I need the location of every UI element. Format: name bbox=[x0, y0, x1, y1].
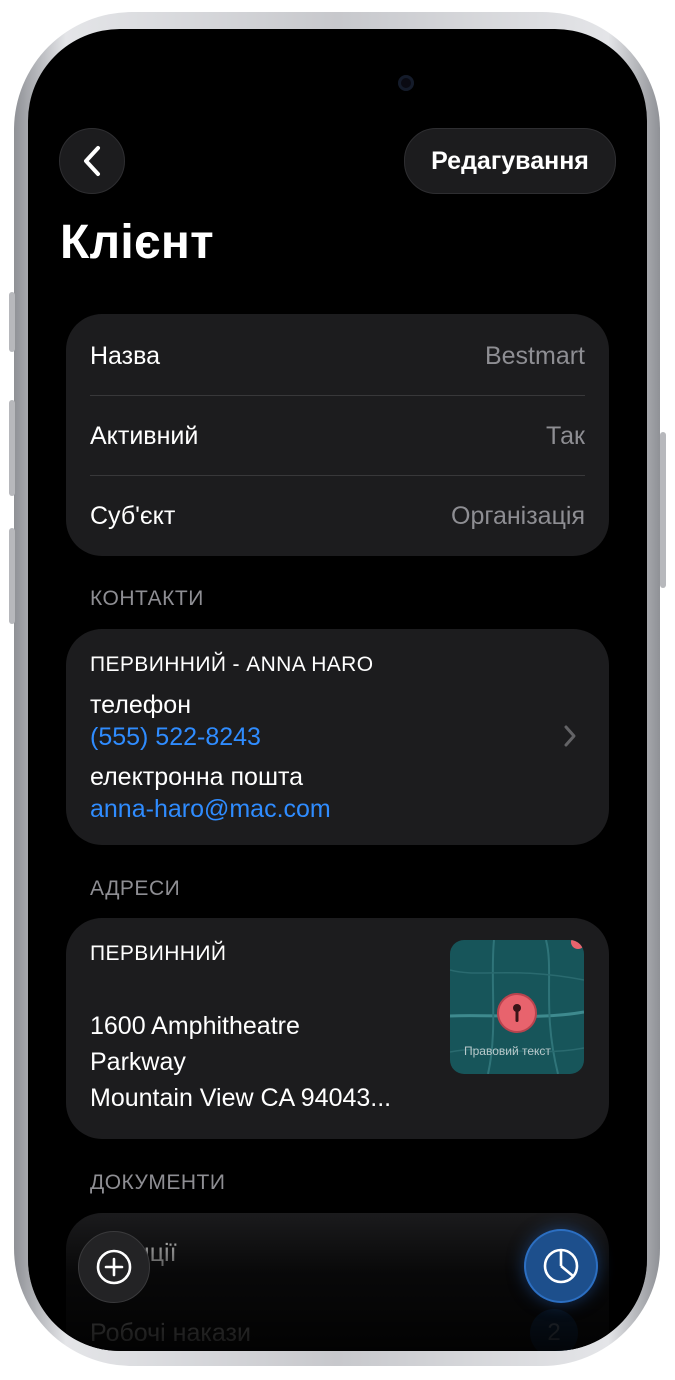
front-camera bbox=[398, 75, 414, 91]
detail-value: Bestmart bbox=[484, 341, 585, 370]
map-pin-icon bbox=[497, 993, 537, 1033]
email-label: електронна пошта bbox=[90, 763, 304, 791]
action-button bbox=[9, 292, 15, 352]
email-link[interactable]: anna-haro@mac.com bbox=[90, 795, 331, 824]
edit-button[interactable]: Редагування bbox=[404, 128, 616, 194]
client-details-card: Назва Bestmart Активний Так Суб'єкт Орга… bbox=[66, 314, 609, 556]
detail-row-entity[interactable]: Суб'єкт Організація bbox=[90, 476, 585, 556]
detail-label: Активний bbox=[90, 421, 199, 450]
power-button bbox=[660, 432, 666, 588]
plus-circle-icon bbox=[96, 1249, 132, 1285]
detail-label: Суб'єкт bbox=[90, 501, 176, 530]
chevron-left-icon bbox=[84, 146, 100, 176]
contact-card[interactable]: ПЕРВИННИЙ - ANNA HARO телефон (555) 522-… bbox=[66, 629, 609, 845]
statistics-button[interactable] bbox=[526, 1231, 596, 1301]
addresses-section-header: АДРЕСИ bbox=[90, 877, 181, 900]
address-line-1: 1600 Amphitheatre bbox=[90, 1012, 300, 1040]
address-card[interactable]: ПЕРВИННИЙ 1600 Amphitheatre Parkway Moun… bbox=[66, 918, 609, 1139]
address-line-3: Mountain View CA 94043... bbox=[90, 1084, 392, 1112]
count-badge: 2 bbox=[530, 1309, 578, 1351]
address-primary-label: ПЕРВИННИЙ bbox=[90, 942, 227, 965]
phone-label: телефон bbox=[90, 691, 192, 719]
add-button[interactable] bbox=[78, 1231, 150, 1303]
detail-label: Назва bbox=[90, 341, 161, 370]
app-screen: Редагування Клієнт Назва Bestmart Активн… bbox=[28, 29, 647, 1351]
documents-section-header: ДОКУМЕНТИ bbox=[90, 1171, 226, 1194]
detail-row-name[interactable]: Назва Bestmart bbox=[90, 316, 585, 396]
volume-down-button bbox=[9, 528, 15, 624]
chevron-right-icon bbox=[564, 725, 576, 747]
back-button[interactable] bbox=[59, 128, 125, 194]
contacts-section-header: КОНТАКТИ bbox=[90, 587, 204, 610]
map-legal-text: Правовий текст bbox=[464, 1044, 551, 1058]
documents-card: ...танції Робочі накази 2 bbox=[66, 1213, 609, 1351]
address-line-2: Parkway bbox=[90, 1048, 186, 1076]
detail-value: Так bbox=[546, 421, 585, 450]
address-map-thumbnail[interactable]: Правовий текст bbox=[450, 940, 584, 1074]
detail-value: Організація bbox=[451, 501, 585, 530]
detail-row-active[interactable]: Активний Так bbox=[90, 396, 585, 476]
page-title: Клієнт bbox=[60, 216, 214, 269]
pie-chart-icon bbox=[543, 1248, 579, 1284]
contact-primary-label: ПЕРВИННИЙ - ANNA HARO bbox=[90, 653, 374, 676]
volume-up-button bbox=[9, 400, 15, 496]
documents-item-label[interactable]: Робочі накази bbox=[90, 1319, 251, 1348]
phone-link[interactable]: (555) 522-8243 bbox=[90, 723, 261, 752]
